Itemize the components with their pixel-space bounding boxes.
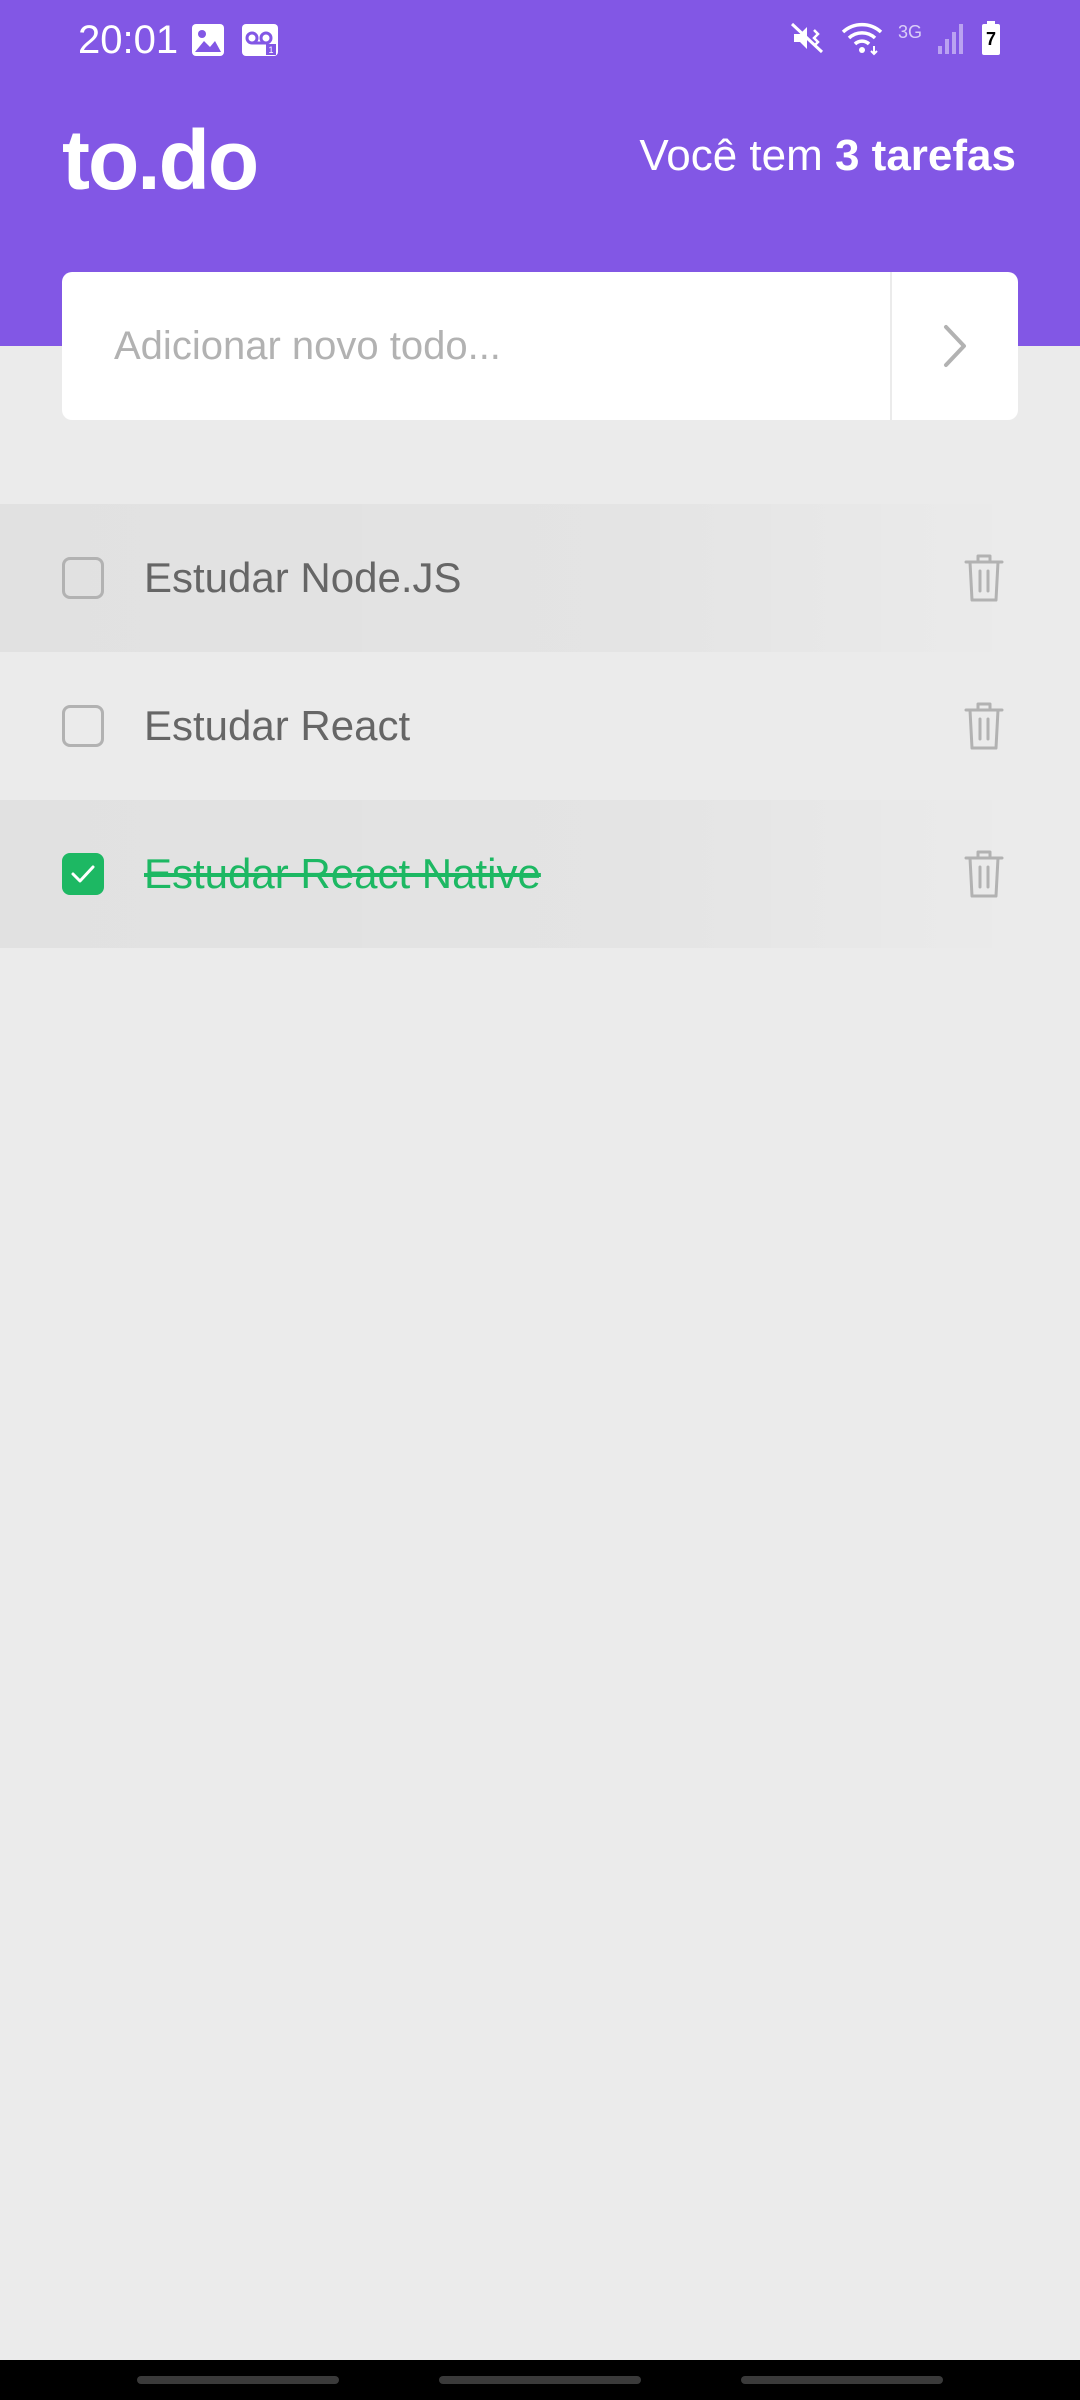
- task-item[interactable]: Estudar React Native: [0, 800, 1020, 948]
- status-time: 20:01: [78, 18, 179, 62]
- check-icon: [71, 865, 95, 883]
- task-count-value: 3 tarefas: [834, 131, 1016, 180]
- task-checkbox[interactable]: [62, 853, 104, 895]
- signal-icon: [938, 24, 963, 54]
- delete-task-button[interactable]: [962, 848, 1006, 900]
- app-screen: 20:01 1 3G 7 to.do Você tem 3 tarefas Ad…: [0, 0, 1080, 2400]
- chevron-right-icon: [944, 325, 966, 367]
- system-navigation-bar: [0, 2360, 1080, 2400]
- trash-icon: [964, 554, 1004, 602]
- gallery-icon: [192, 24, 224, 56]
- status-bar: 20:01 1 3G 7: [0, 0, 1080, 80]
- delete-task-button[interactable]: [962, 700, 1006, 752]
- task-count-prefix: Você tem: [639, 131, 835, 180]
- nav-home-handle[interactable]: [439, 2376, 641, 2384]
- voicemail-icon: 1: [242, 24, 278, 56]
- task-count: Você tem 3 tarefas: [639, 128, 1016, 184]
- battery-icon: 7: [980, 20, 1002, 56]
- trash-icon: [964, 850, 1004, 898]
- mute-vibrate-icon: [790, 22, 824, 54]
- new-task-input[interactable]: [62, 272, 890, 420]
- task-checkbox[interactable]: [62, 557, 104, 599]
- task-title: Estudar React: [144, 702, 411, 749]
- task-title: Estudar Node.JS: [144, 554, 462, 601]
- task-title: Estudar React Native: [144, 850, 541, 897]
- network-type-label: 3G: [897, 22, 922, 42]
- battery-level: 7: [985, 29, 996, 49]
- status-system-icons: 3G 7: [790, 20, 1002, 56]
- app-logo: to.do: [62, 113, 259, 207]
- task-item[interactable]: Estudar Node.JS: [0, 504, 1020, 652]
- svg-text:1: 1: [268, 45, 273, 55]
- task-list: Estudar Node.JS Estudar React Estudar Re…: [0, 504, 1020, 948]
- task-checkbox[interactable]: [62, 705, 104, 747]
- delete-task-button[interactable]: [962, 552, 1006, 604]
- new-task-form: [62, 272, 1018, 420]
- task-item[interactable]: Estudar React: [0, 652, 1020, 800]
- nav-recents-handle[interactable]: [137, 2376, 339, 2384]
- wifi-icon: [841, 22, 883, 56]
- add-task-button[interactable]: [890, 272, 1018, 420]
- nav-back-handle[interactable]: [741, 2376, 943, 2384]
- trash-icon: [964, 702, 1004, 750]
- status-notification-icons: 1: [190, 22, 280, 58]
